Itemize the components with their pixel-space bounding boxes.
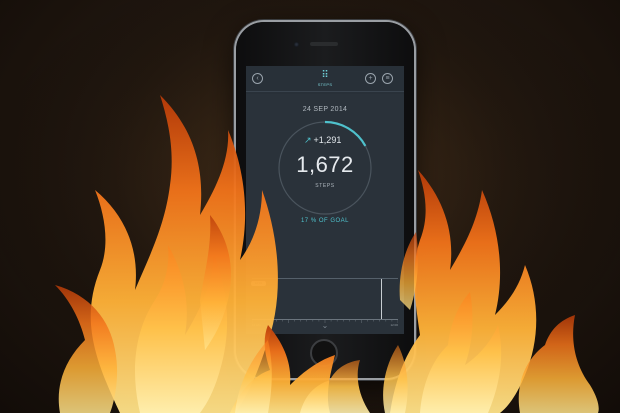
goal-suffix: % OF GOAL <box>310 218 350 224</box>
steps-delta: ↗ +1,291 <box>304 135 364 146</box>
timeline-badge: 12:01 <box>251 281 266 286</box>
chevron-down-icon[interactable]: ⌄ <box>319 322 331 330</box>
steps-count: 1,672 <box>296 152 354 177</box>
app-header: ‹ ⠿ STEPS + ≡ <box>246 66 404 94</box>
delta-value: +1,291 <box>313 135 342 145</box>
tab-steps[interactable]: STEPS <box>301 82 349 87</box>
timeline-end-label: 12:00 <box>390 323 398 327</box>
photo-scene: ‹ ⠿ STEPS + ≡ 24 SEP 2014 ↗ +1,291 1,672 … <box>0 0 620 413</box>
earpiece-speaker <box>310 42 338 46</box>
steps-unit-label: STEPS <box>315 183 335 189</box>
front-camera <box>294 42 299 47</box>
goal-progress: 17 % OF GOAL <box>275 218 375 224</box>
goal-percent: 17 <box>300 218 309 224</box>
arrow-up-right-icon: ↗ <box>304 135 312 145</box>
header-divider <box>246 91 404 92</box>
add-icon[interactable]: + <box>365 73 376 84</box>
phone-screen: ‹ ⠿ STEPS + ≡ 24 SEP 2014 ↗ +1,291 1,672 … <box>246 66 404 334</box>
home-button <box>310 339 338 367</box>
date-label: 24 SEP 2014 <box>302 106 348 113</box>
menu-icon[interactable]: ≡ <box>382 73 393 84</box>
back-icon[interactable]: ‹ <box>252 73 263 84</box>
footprints-icon: ⠿ <box>321 70 329 81</box>
timeline-start-label: 12 AM <box>252 323 261 327</box>
phone: ‹ ⠿ STEPS + ≡ 24 SEP 2014 ↗ +1,291 1,672 … <box>236 22 414 378</box>
activity-spike <box>381 279 382 319</box>
